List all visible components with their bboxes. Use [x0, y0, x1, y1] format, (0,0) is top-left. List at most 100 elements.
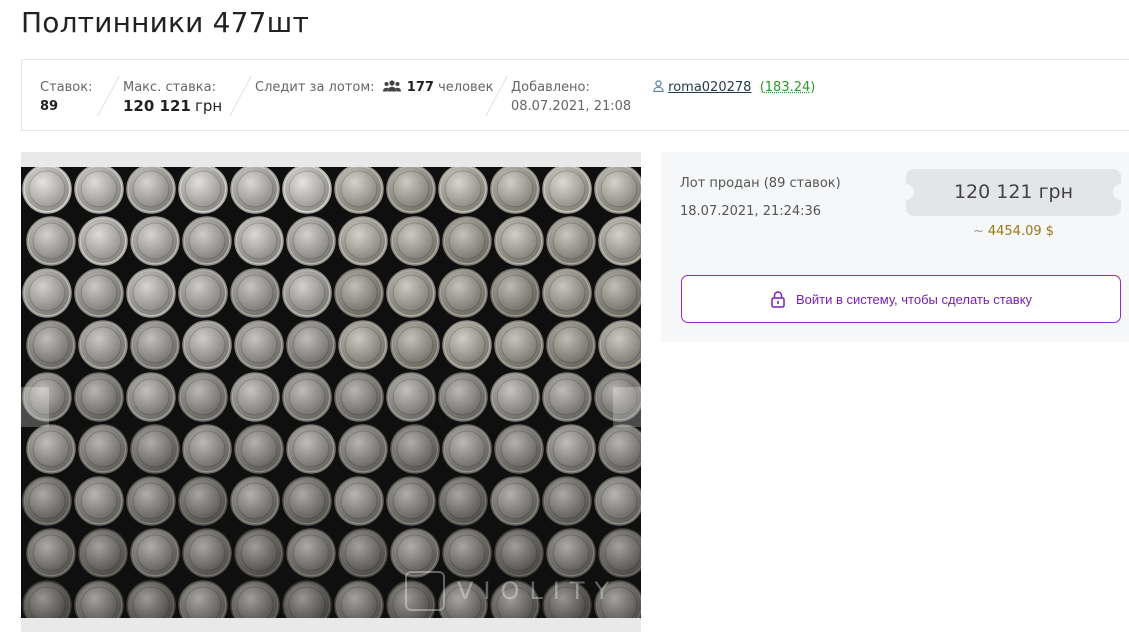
- photo-gallery: VIOLITY: [21, 152, 641, 632]
- coin-shading: [341, 531, 385, 575]
- lock-icon: [771, 291, 785, 308]
- watermark-logo: [405, 571, 445, 611]
- coin-shading: [337, 375, 381, 419]
- coin-shading: [545, 375, 589, 419]
- coin-shading: [237, 427, 281, 471]
- coin-shading: [441, 375, 485, 419]
- coin-shading: [185, 531, 229, 575]
- login-to-bid-button[interactable]: Войти в систему, чтобы сделать ставку: [681, 275, 1121, 323]
- divider: [229, 76, 252, 116]
- coin-shading: [285, 479, 329, 523]
- rating-open-paren: (: [755, 80, 765, 95]
- coin-shading: [445, 323, 489, 367]
- coin-shading: [497, 427, 541, 471]
- coin-shading: [285, 271, 329, 315]
- coin-shading: [549, 427, 593, 471]
- coin-shading: [493, 271, 537, 315]
- coin-shading: [549, 323, 593, 367]
- coin-shading: [129, 167, 173, 211]
- coin-shading: [497, 219, 541, 263]
- coin-shading: [289, 427, 333, 471]
- coin-shading: [493, 479, 537, 523]
- rating-close-paren: ): [810, 80, 816, 95]
- watching-label: Следит за лотом:: [255, 80, 375, 95]
- seller-link[interactable]: roma020278: [668, 80, 751, 95]
- max-bid: Макс. ставка: 120 121 грн: [123, 78, 222, 117]
- coin-shading: [185, 219, 229, 263]
- lot-title: Полтинники 477шт: [21, 6, 309, 39]
- coin-shading: [25, 271, 69, 315]
- coin-shading: [445, 219, 489, 263]
- coin-shading: [29, 323, 73, 367]
- coin-shading: [497, 323, 541, 367]
- coin-shading: [445, 427, 489, 471]
- coin-shading: [129, 375, 173, 419]
- lot-photo[interactable]: VIOLITY: [21, 167, 641, 618]
- added-date: Добавлено: 08.07.2021, 21:08: [511, 78, 631, 116]
- user-icon: [653, 80, 664, 93]
- coin-shading: [233, 271, 277, 315]
- coin-shading: [493, 167, 537, 211]
- seller-rating[interactable]: 183.24: [765, 80, 811, 95]
- max-bid-currency: грн: [195, 97, 223, 115]
- usd-value: 4454.09 $: [987, 224, 1055, 239]
- coin-shading: [389, 375, 433, 419]
- coin-shading: [77, 167, 121, 211]
- added-label: Добавлено:: [511, 80, 590, 95]
- watermark: VIOLITY: [405, 571, 619, 611]
- coin-shading: [133, 323, 177, 367]
- coin-shading: [389, 271, 433, 315]
- coin-shading: [185, 323, 229, 367]
- sale-panel: Лот продан (89 ставок) 18.07.2021, 21:24…: [661, 152, 1129, 342]
- prev-photo-arrow[interactable]: [21, 387, 49, 427]
- coin-shading: [337, 167, 381, 211]
- coin-shading: [289, 219, 333, 263]
- coin-shading: [133, 427, 177, 471]
- next-photo-arrow[interactable]: [613, 387, 641, 427]
- coin-shading: [181, 271, 225, 315]
- watching: Следит за лотом: 177 человек: [255, 78, 494, 97]
- coin-shading: [389, 479, 433, 523]
- coin-shading: [597, 271, 641, 315]
- coin-shading: [393, 219, 437, 263]
- coin-shading: [545, 167, 589, 211]
- coins-image: [22, 167, 641, 618]
- coin-shading: [233, 167, 277, 211]
- coin-shading: [337, 271, 381, 315]
- coin-shading: [181, 167, 225, 211]
- coin-shading: [233, 375, 277, 419]
- coin-shading: [129, 271, 173, 315]
- people-icon: [382, 80, 401, 92]
- coin-shading: [81, 427, 125, 471]
- max-bid-value: 120 121: [123, 97, 191, 115]
- coin-shading: [341, 427, 385, 471]
- coin-shading: [289, 531, 333, 575]
- coin-shading: [393, 323, 437, 367]
- coin-shading: [133, 531, 177, 575]
- sale-status: Лот продан (89 ставок): [680, 176, 841, 191]
- coin-shading: [497, 531, 541, 575]
- coin-shading: [237, 531, 281, 575]
- coin-shading: [545, 271, 589, 315]
- price-usd: ~4454.09 $: [906, 224, 1121, 239]
- coin-shading: [181, 479, 225, 523]
- coin-shading: [545, 479, 589, 523]
- coin-shading: [77, 271, 121, 315]
- lot-info-bar: Ставок: 89 Макс. ставка: 120 121 грн Сле…: [21, 59, 1129, 131]
- coin-shading: [549, 219, 593, 263]
- bids-count: Ставок: 89: [40, 78, 92, 116]
- coin-shading: [389, 167, 433, 211]
- watermark-text: VIOLITY: [457, 577, 620, 605]
- coin-shading: [393, 531, 437, 575]
- divider: [97, 76, 120, 116]
- coin-shading: [445, 531, 489, 575]
- final-price: 120 121 грн: [898, 169, 1129, 216]
- coin-shading: [29, 427, 73, 471]
- coin-shading: [341, 323, 385, 367]
- coin-shading: [337, 479, 381, 523]
- coin-shading: [81, 219, 125, 263]
- coin-shading: [289, 323, 333, 367]
- coin-shading: [25, 479, 69, 523]
- coin-shading: [233, 479, 277, 523]
- coin-shading: [441, 271, 485, 315]
